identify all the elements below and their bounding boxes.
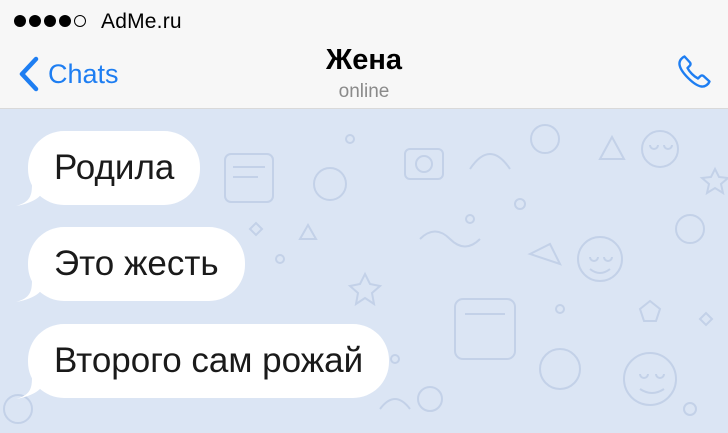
contact-status: online <box>338 81 390 102</box>
chat-area[interactable]: Родила Это жесть Второго сам рожай <box>0 109 728 433</box>
message-text: Второго сам рожай <box>54 341 364 380</box>
navigation-bar: Chats Жена online <box>0 42 728 109</box>
signal-dot <box>44 15 56 27</box>
bubble-tail <box>16 184 46 206</box>
message-bubble: Родила <box>16 131 201 206</box>
phone-icon <box>674 55 714 96</box>
carrier-name: AdMe.ru <box>101 10 182 33</box>
bubble-tail <box>16 377 46 399</box>
chat-title: Жена online <box>0 42 728 103</box>
signal-dot-empty <box>74 15 86 27</box>
message-text: Это жесть <box>54 244 219 283</box>
signal-dot <box>29 15 41 27</box>
message-bubble: Это жесть <box>16 227 245 302</box>
signal-dot <box>59 15 71 27</box>
status-bar: AdMe.ru <box>0 0 728 42</box>
signal-dot <box>14 15 26 27</box>
message-text: Родила <box>54 148 175 187</box>
message-bubble: Второго сам рожай <box>16 324 390 399</box>
bubble-tail <box>16 280 46 302</box>
contact-name: Жена <box>326 44 402 76</box>
signal-strength-icon <box>14 15 86 27</box>
call-button[interactable] <box>674 52 714 92</box>
